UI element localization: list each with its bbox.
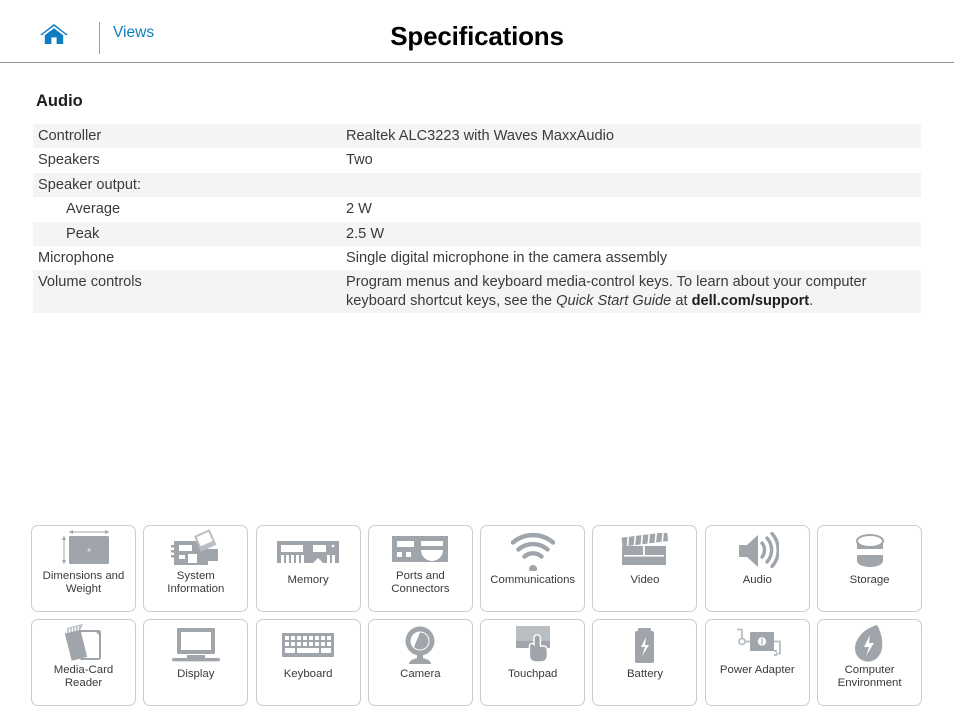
- tile-label: Memory: [287, 574, 329, 586]
- tile-label: Audio: [742, 574, 772, 586]
- ports-icon: [369, 526, 472, 570]
- spec-value: 2.5 W: [346, 225, 385, 242]
- tile-display[interactable]: Display: [143, 619, 249, 706]
- touchpad-icon: [481, 620, 584, 668]
- table-body: Controller Realtek ALC3223 with Waves Max…: [33, 124, 921, 313]
- tile-label: Ports and Connectors: [391, 570, 450, 596]
- tile-label: Touchpad: [507, 668, 558, 680]
- spec-key: Volume controls: [38, 274, 142, 291]
- table-row: Peak 2.5 W: [33, 221, 921, 246]
- tile-label: Keyboard: [283, 668, 333, 680]
- tile-label: Power Adapter: [719, 664, 795, 676]
- tile-label: Communications: [490, 574, 576, 586]
- tile-dimensions-and-weight[interactable]: Dimensions and Weight: [31, 525, 136, 612]
- motherboard-icon: [144, 526, 247, 570]
- tile-computer-environment[interactable]: Computer Environment: [817, 619, 923, 706]
- memory-module-icon: [257, 526, 360, 574]
- tile-label: System Information: [167, 570, 225, 596]
- tile-label: Video: [630, 574, 660, 586]
- spec-key: Speakers: [38, 152, 100, 169]
- spec-value: Program menus and keyboard media-control…: [346, 274, 867, 309]
- page-title: Specifications: [390, 21, 564, 51]
- tile-audio[interactable]: Audio: [704, 525, 810, 612]
- tile-touchpad[interactable]: Touchpad: [480, 619, 586, 706]
- tile-label: Display: [177, 668, 215, 680]
- tile-camera[interactable]: Camera: [367, 619, 473, 706]
- tile-label: Battery: [626, 668, 664, 680]
- speaker-icon: [706, 526, 809, 574]
- spec-key: Controller: [38, 128, 102, 144]
- spec-value: Realtek ALC3223 with Waves MaxxAudio: [346, 128, 614, 144]
- category-tile-grid: Dimensions and Weight System Information M…: [31, 525, 923, 706]
- tile-system-information[interactable]: System Information: [143, 525, 249, 612]
- laptop-dimensions-icon: [32, 526, 135, 570]
- tile-keyboard[interactable]: Keyboard: [255, 619, 361, 706]
- tile-communications[interactable]: Communications: [480, 525, 586, 612]
- monitor-icon: [144, 620, 247, 668]
- tile-label: Storage: [849, 574, 890, 586]
- spec-value: 2 W: [346, 201, 372, 218]
- spec-value: Single digital microphone in the camera …: [346, 249, 668, 266]
- tile-ports-and-connectors[interactable]: Ports and Connectors: [367, 525, 473, 612]
- power-adapter-icon: [706, 620, 809, 664]
- tile-media-card-reader[interactable]: Media-Card Reader: [31, 619, 136, 706]
- section-title: Audio: [36, 92, 83, 110]
- keyboard-icon: [257, 620, 360, 668]
- table-row: Average 2 W: [33, 197, 921, 222]
- tile-video[interactable]: Video: [592, 525, 698, 612]
- table-row: Speakers Two: [33, 148, 921, 173]
- spec-value: [346, 173, 921, 197]
- tile-label: Camera: [400, 668, 441, 680]
- leaf-icon: [818, 620, 921, 664]
- table-row: Microphone Single digital microphone in t…: [33, 245, 921, 271]
- specifications-table: Controller Realtek ALC3223 with Waves Max…: [33, 124, 921, 313]
- spec-key: Average: [66, 201, 121, 218]
- spec-key: Speaker output:: [38, 176, 142, 193]
- table-row: Speaker output:: [33, 172, 921, 198]
- tile-memory[interactable]: Memory: [255, 525, 361, 612]
- app-header: Views Specifications: [0, 0, 954, 63]
- camera-icon: [369, 620, 472, 668]
- tile-power-adapter[interactable]: Power Adapter: [704, 619, 810, 706]
- tile-label: Computer Environment: [837, 664, 902, 690]
- wifi-icon: [481, 526, 584, 574]
- tile-label: Media-Card Reader: [53, 664, 114, 690]
- media-card-icon: [32, 620, 135, 664]
- table-row: Controller Realtek ALC3223 with Waves Max…: [33, 124, 921, 149]
- spec-key: Peak: [66, 225, 100, 242]
- hard-drive-icon: [818, 526, 921, 574]
- spec-key: Microphone: [38, 249, 115, 266]
- battery-icon: [593, 620, 696, 668]
- tile-label: Dimensions and Weight: [42, 570, 125, 596]
- table-row: Volume controls Program menus and keyboar…: [33, 270, 921, 313]
- spec-value: Two: [346, 152, 373, 169]
- guide-title: Quick Start Guide: [556, 292, 672, 309]
- tile-storage[interactable]: Storage: [817, 525, 923, 612]
- support-url: dell.com/support: [691, 292, 810, 309]
- clapperboard-icon: [593, 526, 696, 574]
- tile-battery[interactable]: Battery: [592, 619, 698, 706]
